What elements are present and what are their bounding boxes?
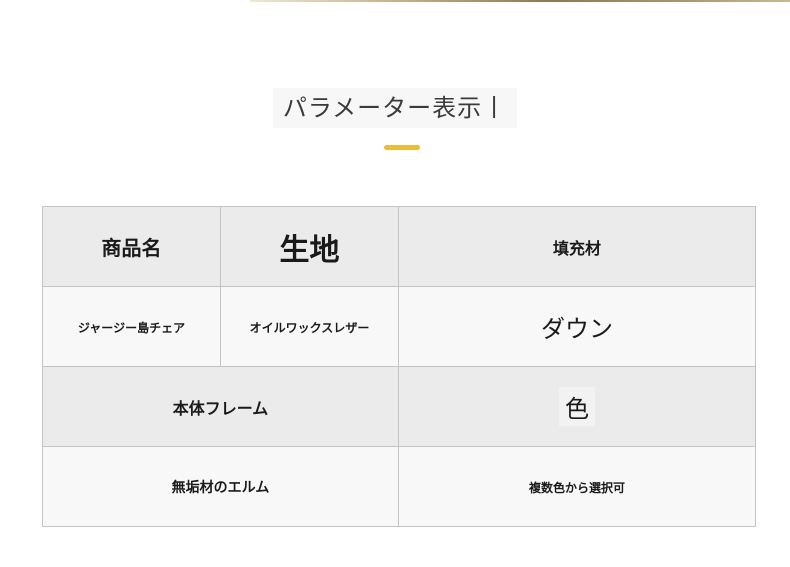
product-parameter-page: パラメーター表示丨 商品名 生地 填充材 ジャージー島チェア オイルワックスレザ… <box>0 0 790 567</box>
table-row: 商品名 生地 填充材 <box>42 206 756 287</box>
label-frame: 本体フレーム <box>172 398 269 418</box>
value-fabric: オイルワックスレザー <box>249 321 370 335</box>
title-accent-bar <box>384 145 420 150</box>
value-color: 複数色から選択可 <box>528 481 625 495</box>
spec-table: 商品名 生地 填充材 ジャージー島チェア オイルワックスレザー ダウン 本体フレ… <box>42 206 756 527</box>
table-cell: ダウン <box>398 286 756 367</box>
label-product-name: 商品名 <box>101 236 162 260</box>
table-cell: ジャージー島チェア <box>42 286 221 367</box>
table-row: 本体フレーム 色 <box>42 366 756 447</box>
table-cell: 複数色から選択可 <box>398 446 756 527</box>
table-cell: 無垢材のエルム <box>42 446 399 527</box>
top-photo-edge <box>250 0 790 2</box>
section-heading: パラメーター表示丨 <box>0 88 790 128</box>
table-cell: 填充材 <box>398 206 756 287</box>
label-color: 色 <box>559 387 595 426</box>
table-row: ジャージー島チェア オイルワックスレザー ダウン <box>42 286 756 367</box>
table-row: 無垢材のエルム 複数色から選択可 <box>42 446 756 527</box>
table-cell: 色 <box>398 366 756 447</box>
value-product-name: ジャージー島チェア <box>77 321 186 335</box>
table-cell: 本体フレーム <box>42 366 399 447</box>
label-filling: 填充材 <box>552 238 601 258</box>
label-fabric: 生地 <box>279 232 340 268</box>
table-cell: 生地 <box>220 206 399 287</box>
table-cell: 商品名 <box>42 206 221 287</box>
section-title: パラメーター表示丨 <box>272 88 518 128</box>
table-cell: オイルワックスレザー <box>220 286 399 367</box>
value-filling: ダウン <box>541 315 613 343</box>
value-frame: 無垢材のエルム <box>171 479 270 496</box>
